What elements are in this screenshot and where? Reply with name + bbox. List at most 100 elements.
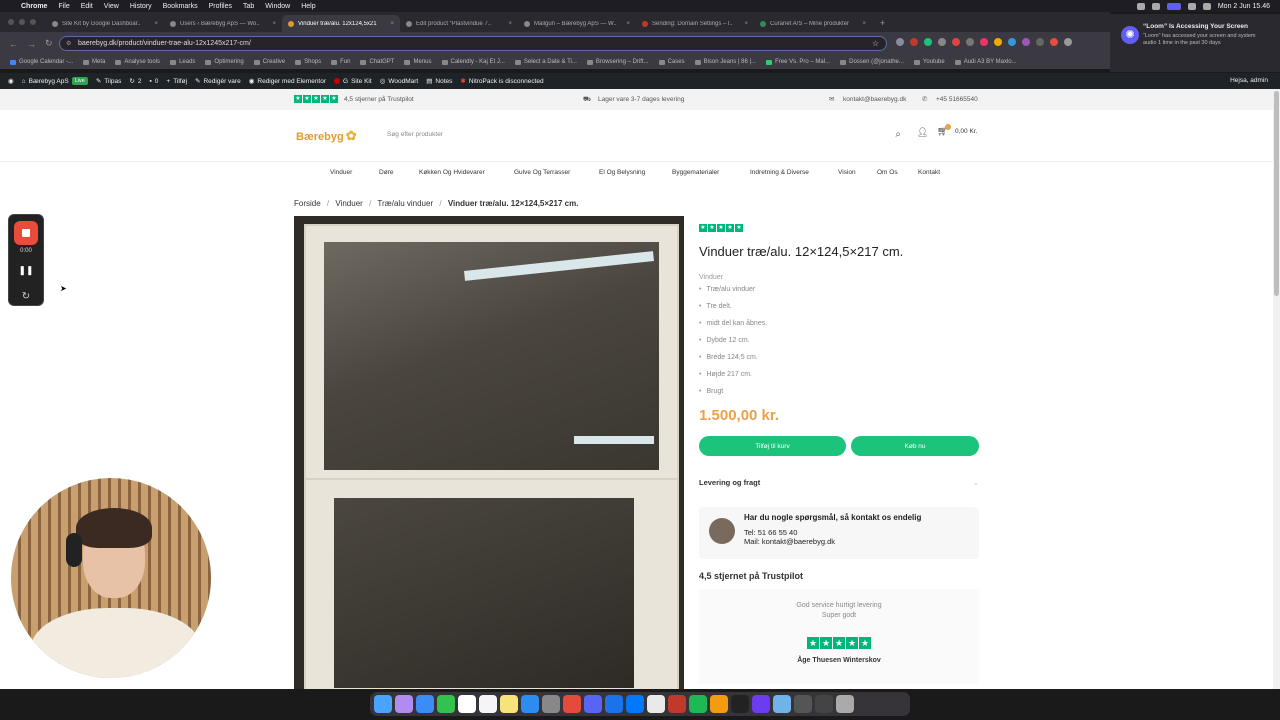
search-icon[interactable] — [1202, 2, 1211, 10]
extension-icon[interactable] — [938, 38, 946, 46]
trash-icon[interactable] — [836, 695, 854, 713]
extension-icon[interactable] — [1022, 38, 1030, 46]
app-icon[interactable] — [815, 695, 833, 713]
extension-icon[interactable] — [1036, 38, 1044, 46]
edit-icon[interactable] — [1064, 38, 1072, 46]
cart-total[interactable]: 0,00 Kr. — [955, 128, 977, 135]
bookmark-item[interactable]: Select a Date & Ti... — [514, 59, 577, 65]
contact-mail[interactable]: Mail: kontakt@baerebyg.dk — [744, 537, 979, 546]
bookmark-item[interactable]: Calendly - Kaj Et J... — [441, 59, 505, 65]
browser-tab[interactable]: Site Kit by Google Dashboar.. × — [46, 15, 164, 32]
new-tab-icon[interactable]: + — [880, 18, 885, 28]
search-icon[interactable]: ⌕ — [895, 129, 901, 140]
close-tab-icon[interactable]: × — [154, 21, 158, 27]
breadcrumb-link[interactable]: Træ/alu vinduer — [377, 199, 433, 208]
close-tab-icon[interactable]: × — [508, 21, 512, 27]
bookmark-item[interactable]: Free Vs. Pro – Mal... — [766, 59, 830, 65]
spotify-icon[interactable] — [689, 695, 707, 713]
contact-tel[interactable]: Tel: 51 66 55 40 — [744, 528, 979, 537]
buy-now-button[interactable]: Køb nu — [851, 436, 979, 456]
zoom-window-icon[interactable] — [30, 19, 36, 25]
browser-tab[interactable]: Edit product “Plastvindue 7.. × — [400, 15, 518, 32]
downloads-folder-icon[interactable] — [773, 695, 791, 713]
capcut-icon[interactable] — [731, 695, 749, 713]
scrollbar-thumb[interactable] — [1274, 91, 1279, 296]
extension-icon[interactable] — [952, 38, 960, 46]
messenger-icon[interactable] — [626, 695, 644, 713]
wp-nitropack[interactable]: ✱ NitroPack is disconnected — [460, 77, 543, 86]
wp-elementor[interactable]: ◉ Rediger med Elementor — [249, 77, 326, 86]
header-email-link[interactable]: kontakt@baerebyg.dk — [843, 96, 906, 103]
close-tab-icon[interactable]: × — [862, 21, 866, 27]
wp-new[interactable]: + Tilføj — [166, 78, 187, 85]
bookmark-folder[interactable]: Menus — [404, 59, 432, 65]
wp-edit-product[interactable]: ✎ Redigér vare — [195, 77, 241, 86]
extension-icon[interactable] — [1008, 38, 1016, 46]
minimize-window-icon[interactable] — [19, 19, 25, 25]
header-phone-link[interactable]: +45 51665540 — [936, 96, 978, 103]
menu-profiles[interactable]: Profiles — [209, 3, 232, 10]
address-bar[interactable]: ⚙ baerebyg.dk/product/vinduer-trae-alu-1… — [59, 36, 887, 51]
wp-comments[interactable]: ▪ 0 — [149, 78, 158, 85]
browser-tab[interactable]: Mailgun – Bærebyg ApS — W.. × — [518, 15, 636, 32]
nav-item-indretning[interactable]: Indretning & Diverse — [750, 169, 809, 176]
sublime-icon[interactable] — [710, 695, 728, 713]
wp-notes[interactable]: ▤ Notes — [426, 77, 452, 86]
extension-icon[interactable] — [910, 38, 918, 46]
menu-view[interactable]: View — [104, 3, 119, 10]
bookmark-item[interactable]: Dossen (@jonathe... — [840, 59, 904, 65]
add-to-cart-button[interactable]: Tilføj til kurv — [699, 436, 846, 456]
product-image[interactable] — [294, 216, 684, 689]
wifi-icon[interactable] — [1187, 2, 1196, 10]
extension-icon[interactable] — [994, 38, 1002, 46]
wp-customize[interactable]: ✎ Tilpas — [96, 77, 122, 86]
nav-item-vision[interactable]: Vision — [838, 169, 856, 176]
wp-updates[interactable]: ↻ 2 — [129, 77, 141, 86]
bookmark-item[interactable]: Bison Jeans | 86 |... — [694, 59, 756, 65]
nav-item-koekken[interactable]: Køkken Og Hvidevarer — [419, 169, 485, 176]
site-logo[interactable]: Bærebyg ✿ — [296, 128, 357, 144]
nav-item-doere[interactable]: Døre — [379, 169, 393, 176]
record-stop-icon[interactable] — [14, 221, 38, 245]
app-icon[interactable] — [752, 695, 770, 713]
nav-item-kontakt[interactable]: Kontakt — [918, 169, 940, 176]
webcam-bubble[interactable] — [11, 478, 211, 678]
bookmark-folder[interactable]: Shops — [295, 59, 321, 65]
app-store-icon[interactable] — [521, 695, 539, 713]
product-category[interactable]: Vinduer — [699, 274, 979, 281]
bookmark-item[interactable]: ChatGPT — [360, 59, 394, 65]
app-icon[interactable] — [647, 695, 665, 713]
extension-icon[interactable] — [896, 38, 904, 46]
page-scrollbar[interactable] — [1273, 89, 1280, 689]
menu-tab[interactable]: Tab — [243, 3, 254, 10]
status-icon[interactable] — [1136, 2, 1145, 10]
user-icon[interactable]: 👤︎ — [917, 127, 928, 138]
back-icon[interactable]: ← — [9, 39, 18, 49]
nav-item-om-os[interactable]: Om Os — [877, 169, 898, 176]
bookmark-item[interactable]: Audi A3 BY Maxlo... — [954, 59, 1017, 65]
nav-item-el[interactable]: El Og Belysning — [599, 169, 645, 176]
product-search-input[interactable]: Søg efter produkter ⌕ — [378, 125, 905, 147]
bookmark-item[interactable]: Google Calendar -... — [10, 59, 73, 65]
outlook-icon[interactable] — [605, 695, 623, 713]
browser-tab[interactable]: Curanet A/S – Mine produkter × — [754, 15, 872, 32]
bookmark-folder[interactable]: Fun — [331, 59, 350, 65]
nav-item-vinduer[interactable]: Vinduer — [330, 169, 352, 176]
app-icon[interactable] — [794, 695, 812, 713]
trustpilot-rating-text[interactable]: 4,5 stjerner på Trustpilot — [344, 96, 414, 103]
chrome-icon[interactable] — [563, 695, 581, 713]
breadcrumb-link[interactable]: Forside — [294, 199, 321, 208]
browser-tab[interactable]: Users ‹ Bærebyg ApS — Wo.. × — [164, 15, 282, 32]
menu-window[interactable]: Window — [265, 3, 290, 10]
safari-icon[interactable] — [416, 695, 434, 713]
bookmark-folder[interactable]: Creative — [253, 59, 285, 65]
menubar-clock[interactable]: Mon 2 Jun 15.46 — [1218, 3, 1270, 10]
notes-icon[interactable] — [479, 695, 497, 713]
messages-icon[interactable] — [437, 695, 455, 713]
bookmark-star-icon[interactable]: ☆ — [872, 39, 879, 48]
launchpad-icon[interactable] — [395, 695, 413, 713]
bookmark-folder[interactable]: Youtube — [913, 59, 945, 65]
pause-icon[interactable]: ❚❚ — [9, 265, 43, 276]
site-info-icon[interactable]: ⚙ — [66, 40, 71, 47]
loom-status-icon[interactable] — [1166, 2, 1181, 10]
